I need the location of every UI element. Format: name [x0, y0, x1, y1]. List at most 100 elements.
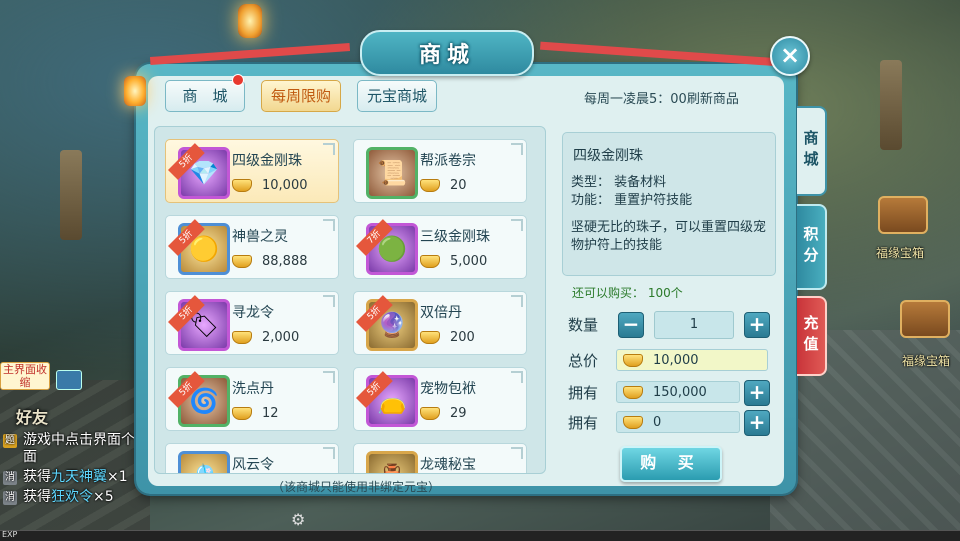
increase-quantity-button[interactable]: +: [744, 312, 770, 338]
add-ingot-button[interactable]: +: [744, 380, 770, 406]
shop-item[interactable]: 👝 5折 宠物包袱 29: [353, 367, 527, 431]
exp-label: EXP: [2, 530, 18, 539]
ingot-icon: [232, 255, 252, 268]
shop-item[interactable]: 🎐 风云令: [165, 443, 339, 473]
item-price-value: 2,000: [262, 330, 300, 345]
scroll-icon: 📜: [366, 147, 418, 199]
detail-type: 类型： 装备材料: [571, 175, 667, 190]
chat-item-link[interactable]: 九天神翼: [51, 469, 107, 485]
currency-note: （该商城只能使用非绑定元宝）: [272, 480, 441, 494]
ingot-icon: [232, 179, 252, 192]
owned-bound-ingot-value: 0: [653, 414, 662, 430]
close-button[interactable]: ×: [770, 36, 810, 76]
side-tab-mall[interactable]: 商城: [797, 106, 827, 196]
total-price-value: 10,000: [653, 352, 699, 368]
background-pillar: [880, 60, 902, 150]
chat-text: 获得: [23, 469, 51, 485]
friend-label[interactable]: 好友: [16, 404, 48, 428]
ingot-icon: [232, 407, 252, 420]
ingot-icon: [623, 415, 643, 429]
item-name: 三级金刚珠: [420, 229, 490, 245]
item-name: 宠物包袱: [420, 381, 476, 397]
window-title: 商城: [360, 30, 534, 76]
purchase-limit: 还可以购买： 100个: [572, 286, 683, 300]
side-tab-points[interactable]: 积分: [797, 204, 827, 290]
notification-dot: [232, 74, 244, 86]
chat-count: ×1: [107, 469, 128, 485]
detail-description: 坚硬无比的珠子，可以重置四级宠物护符上的技能: [571, 220, 767, 253]
shop-item[interactable]: 🔮 5折 双倍丹 200: [353, 291, 527, 355]
item-price-value: 29: [450, 406, 467, 421]
shop-item[interactable]: 💎 5折 四级金刚珠 10,000: [165, 139, 339, 203]
quantity-input[interactable]: 1: [654, 311, 734, 339]
shrink-main-ui-button[interactable]: 主界面收缩: [0, 362, 50, 390]
item-name: 双倍丹: [420, 305, 462, 321]
ingot-icon: [623, 353, 643, 367]
window-title-text: 商城: [418, 43, 475, 68]
shop-item[interactable]: 🟡 5折 神兽之灵 88,888: [165, 215, 339, 279]
item-name: 风云令: [232, 457, 274, 473]
shop-item[interactable]: 🏺 龙魂秘宝: [353, 443, 527, 473]
item-price: 200: [420, 330, 475, 345]
corner-decoration: [323, 219, 335, 231]
add-bound-ingot-button[interactable]: +: [744, 410, 770, 436]
item-price: 20: [420, 178, 467, 193]
side-tab-recharge[interactable]: 充值: [797, 296, 827, 376]
lantern-icon: [238, 4, 262, 38]
shop-item[interactable]: 🟢 7折 三级金刚珠 5,000: [353, 215, 527, 279]
ingot-icon: [420, 331, 440, 344]
tab-mall[interactable]: 商 城: [165, 80, 245, 112]
shop-item[interactable]: 🏷 5折 寻龙令 2,000: [165, 291, 339, 355]
chat-text: 获得: [23, 489, 51, 505]
corner-decoration: [323, 447, 335, 459]
chest-label: 福缘宝箱: [902, 354, 951, 368]
item-name: 神兽之灵: [232, 229, 288, 245]
lantern-icon: [124, 76, 146, 106]
ingot-icon: [623, 385, 643, 399]
total-price-label: 总价: [568, 352, 599, 370]
corner-decoration: [511, 143, 523, 155]
decrease-quantity-button[interactable]: −: [618, 312, 644, 338]
decorative-ribbon: [540, 41, 780, 67]
item-price: 10,000: [232, 178, 308, 193]
gear-icon[interactable]: ⚙: [291, 510, 305, 529]
buy-button[interactable]: 购 买: [620, 446, 722, 482]
mail-icon[interactable]: [56, 370, 82, 390]
ingot-icon: [420, 179, 440, 192]
item-name: 龙魂秘宝: [420, 457, 476, 473]
treasure-chest[interactable]: [878, 196, 928, 234]
chat-tag: 消: [3, 491, 17, 505]
item-price-value: 88,888: [262, 254, 308, 269]
item-price: 88,888: [232, 254, 308, 269]
corner-decoration: [511, 371, 523, 383]
detail-function: 功能： 重置护符技能: [571, 193, 693, 208]
tab-ingot-mall[interactable]: 元宝商城: [357, 80, 437, 112]
corner-decoration: [511, 295, 523, 307]
corner-decoration: [511, 447, 523, 459]
exp-bar: EXP: [0, 530, 960, 541]
shop-item[interactable]: 📜 帮派卷宗 20: [353, 139, 527, 203]
chat-item-link[interactable]: 狂欢令: [51, 489, 93, 505]
item-name: 四级金刚珠: [232, 153, 302, 169]
treasure-icon: 🏺: [366, 451, 418, 473]
owned-ingot-label: 拥有: [568, 384, 599, 402]
item-price: 5,000: [420, 254, 487, 269]
tab-weekly-limit[interactable]: 每周限购: [261, 80, 341, 112]
item-price-value: 200: [450, 330, 475, 345]
total-price-field: 10,000: [616, 349, 768, 371]
item-price: 2,000: [232, 330, 299, 345]
chat-line: 消 获得狂欢令×5: [0, 489, 150, 506]
shop-item[interactable]: 🌀 5折 洗点丹 12: [165, 367, 339, 431]
item-price-value: 12: [262, 406, 279, 421]
owned-ingot-field: 150,000: [616, 381, 740, 403]
wind-token-icon: 🎐: [178, 451, 230, 473]
item-list[interactable]: 💎 5折 四级金刚珠 10,000 📜 帮派卷宗 20 🟡 5折 神兽之灵 88…: [154, 126, 546, 474]
refresh-note: 每周一凌晨5：00刷新商品: [584, 92, 739, 107]
ingot-icon: [420, 255, 440, 268]
background-pillar: [60, 150, 82, 240]
treasure-chest[interactable]: [900, 300, 950, 338]
chat-text: 游戏中点击界面个界面: [23, 432, 149, 465]
item-name: 寻龙令: [232, 305, 274, 321]
chat-tag: 消: [3, 471, 17, 485]
corner-decoration: [511, 219, 523, 231]
